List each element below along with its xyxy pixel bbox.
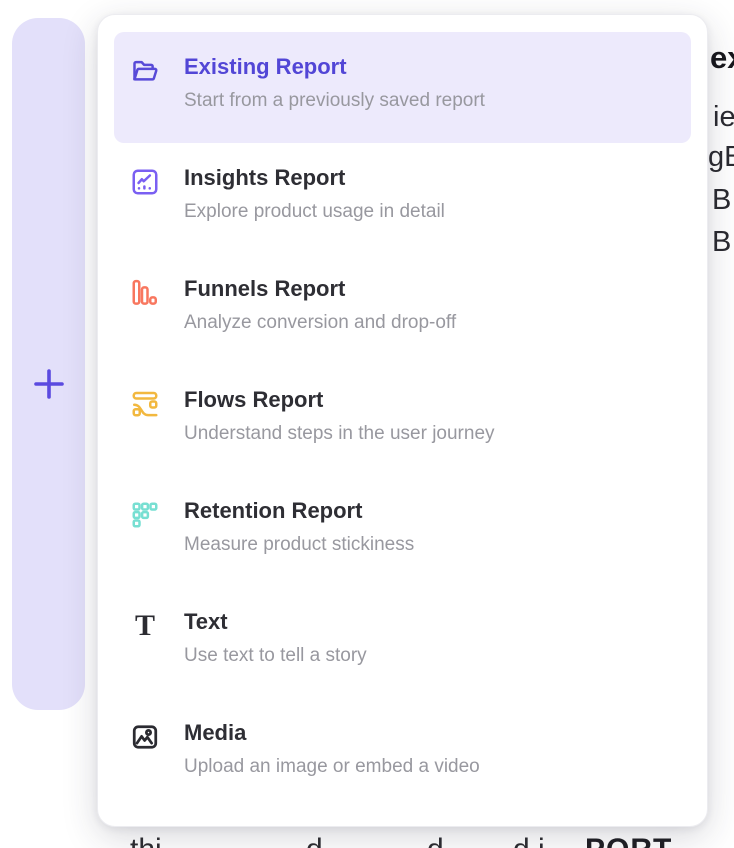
- flows-sankey-icon: [130, 389, 160, 419]
- menu-item-title: Media: [184, 719, 480, 747]
- menu-item-funnels-report[interactable]: Funnels Report Analyze conversion and dr…: [114, 254, 691, 365]
- menu-item-title: Text: [184, 608, 367, 636]
- menu-item-subtitle: Start from a previously saved report: [184, 89, 485, 113]
- add-report-menu: Existing Report Start from a previously …: [97, 14, 708, 827]
- menu-item-title: Funnels Report: [184, 275, 456, 303]
- menu-item-flows-report[interactable]: Flows Report Understand steps in the use…: [114, 365, 691, 476]
- menu-item-title: Insights Report: [184, 164, 445, 192]
- menu-item-subtitle: Upload an image or embed a video: [184, 755, 480, 779]
- menu-item-media[interactable]: Media Upload an image or embed a video: [114, 698, 691, 809]
- add-item-button[interactable]: [29, 365, 69, 405]
- clipped-text-fragment: ex: [710, 40, 734, 76]
- retention-grid-icon: [130, 500, 160, 530]
- menu-item-subtitle: Use text to tell a story: [184, 644, 367, 668]
- menu-item-title: Existing Report: [184, 53, 485, 81]
- media-image-icon: [130, 722, 160, 752]
- clipped-text-fragment: d: [306, 833, 323, 848]
- menu-item-retention-report[interactable]: Retention Report Measure product stickin…: [114, 476, 691, 587]
- clipped-text-fragment: ie: [713, 101, 734, 134]
- menu-item-subtitle: Measure product stickiness: [184, 533, 414, 557]
- menu-item-title: Flows Report: [184, 386, 495, 414]
- clipped-text-fragment: B: [712, 226, 731, 259]
- clipped-text-fragment: gB: [708, 141, 734, 174]
- clipped-text-fragment: thi: [130, 833, 162, 848]
- menu-item-subtitle: Analyze conversion and drop-off: [184, 311, 456, 335]
- clipped-text-fragment: B: [712, 184, 731, 217]
- add-content-rail: [12, 18, 85, 710]
- menu-item-title: Retention Report: [184, 497, 414, 525]
- clipped-text-fragment: d: [427, 833, 444, 848]
- menu-item-subtitle: Understand steps in the user journey: [184, 422, 495, 446]
- insights-chart-icon: [130, 167, 160, 197]
- funnel-bars-icon: [130, 278, 160, 308]
- menu-item-existing-report[interactable]: Existing Report Start from a previously …: [114, 32, 691, 143]
- menu-item-insights-report[interactable]: Insights Report Explore product usage in…: [114, 143, 691, 254]
- clipped-text-fragment: PORT: [585, 833, 672, 848]
- menu-item-text[interactable]: T Text Use text to tell a story: [114, 587, 691, 698]
- clipped-text-fragment: d i: [513, 833, 545, 848]
- text-icon: T: [130, 611, 160, 641]
- menu-item-subtitle: Explore product usage in detail: [184, 200, 445, 224]
- folder-open-icon: [130, 56, 160, 86]
- plus-icon: [32, 367, 66, 404]
